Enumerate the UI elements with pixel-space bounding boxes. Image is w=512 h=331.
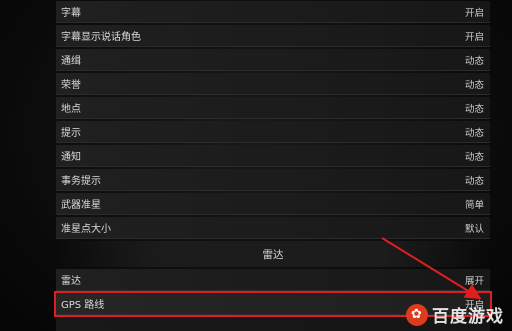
- setting-label: 武器准星: [61, 200, 101, 211]
- setting-label: 字幕: [61, 8, 81, 19]
- setting-value: 动态: [464, 79, 484, 91]
- section-header-radar: 雷达: [56, 241, 490, 267]
- setting-value: 开启: [464, 31, 484, 43]
- setting-label: 通缉: [61, 56, 81, 67]
- setting-value: 开启: [464, 7, 484, 19]
- setting-row-wanted[interactable]: 通缉 动态: [56, 49, 490, 71]
- paw-icon: ✿: [406, 303, 428, 326]
- baidu-games-watermark: ✿ 百度游戏: [406, 302, 504, 327]
- setting-value: 动态: [464, 127, 484, 139]
- setting-row-reticle-dot-size[interactable]: 准星点大小 默认: [56, 217, 490, 239]
- setting-row-subtitle-speaker[interactable]: 字幕显示说话角色 开启: [56, 25, 490, 47]
- setting-value: 动态: [464, 55, 484, 67]
- setting-value: 展开: [464, 275, 484, 287]
- setting-label: 地点: [61, 104, 81, 115]
- settings-list: 字幕 开启 字幕显示说话角色 开启 通缉 动态 荣誉 动态 地点 动态 提示 动…: [54, 0, 492, 317]
- setting-label: 通知: [61, 152, 81, 163]
- setting-row-honor[interactable]: 荣誉 动态: [56, 73, 490, 95]
- setting-value: 动态: [464, 103, 484, 115]
- setting-row-hints[interactable]: 提示 动态: [56, 121, 490, 143]
- setting-label: 雷达: [61, 276, 81, 287]
- setting-row-radar[interactable]: 雷达 展开: [56, 269, 490, 291]
- setting-label: 准星点大小: [61, 224, 111, 235]
- setting-label: GPS 路线: [61, 300, 105, 311]
- setting-row-location[interactable]: 地点 动态: [56, 97, 490, 119]
- watermark-text: 百度游戏: [432, 307, 504, 327]
- setting-value: 默认: [464, 223, 484, 235]
- setting-label: 字幕显示说话角色: [61, 32, 141, 43]
- setting-row-weapon-reticle[interactable]: 武器准星 简单: [56, 193, 490, 215]
- setting-value: 简单: [464, 199, 484, 211]
- settings-screen: 字幕 开启 字幕显示说话角色 开启 通缉 动态 荣誉 动态 地点 动态 提示 动…: [0, 0, 512, 331]
- setting-label: 荣誉: [61, 80, 81, 91]
- setting-row-notifications[interactable]: 通知 动态: [56, 145, 490, 167]
- setting-row-subtitles[interactable]: 字幕 开启: [56, 1, 490, 23]
- setting-value: 动态: [464, 175, 484, 187]
- setting-row-affair-hints[interactable]: 事务提示 动态: [56, 169, 490, 191]
- setting-value: 动态: [464, 151, 484, 163]
- setting-label: 事务提示: [61, 176, 101, 187]
- setting-label: 提示: [61, 128, 81, 139]
